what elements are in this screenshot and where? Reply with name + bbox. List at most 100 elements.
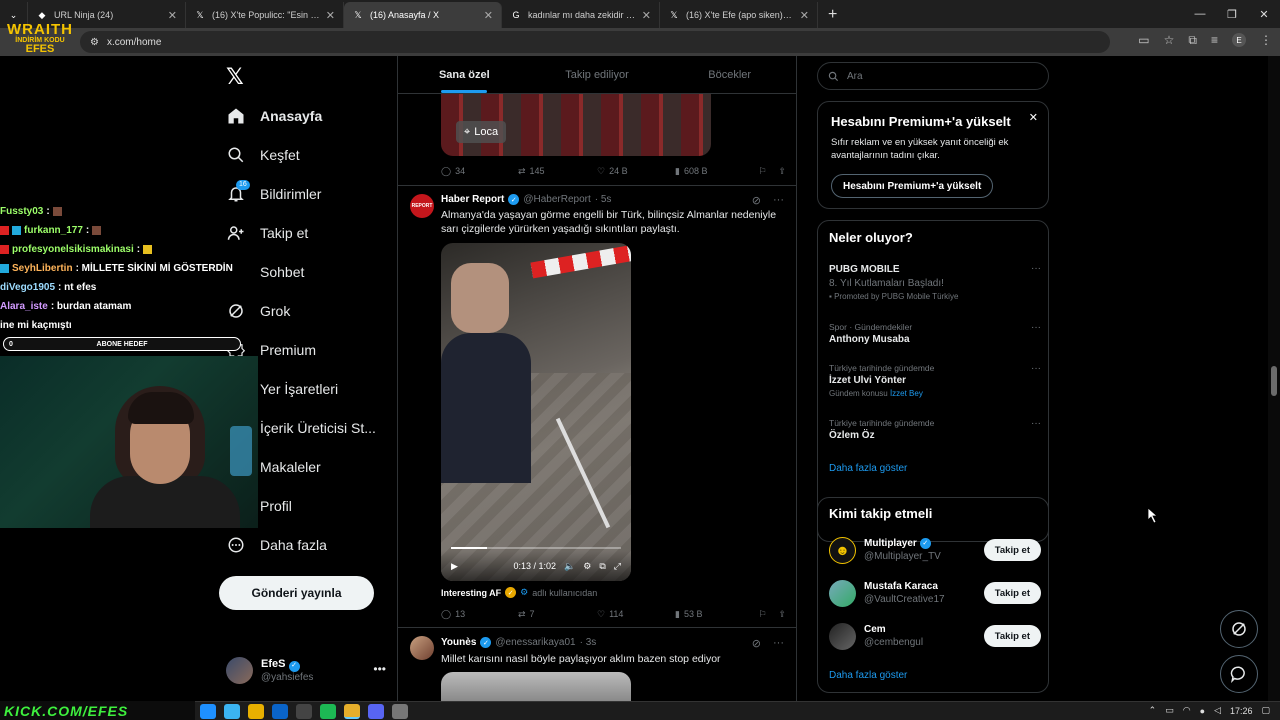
mic-icon[interactable]: ● [1200,706,1205,716]
grok-icon[interactable]: ⊘ [752,637,761,650]
network-icon[interactable]: ▭ [1165,705,1174,716]
video-progress-bar[interactable] [451,547,621,549]
messages-floating-button[interactable] [1220,655,1258,693]
tab-for-you[interactable]: Sana özel [398,56,531,93]
grok-icon[interactable]: ⊘ [752,194,761,207]
bookmark-icon[interactable]: ⚐ [758,166,766,177]
cast-icon[interactable]: ▭ [1138,33,1149,48]
follow-suggestion[interactable]: Mustafa Karaca @VaultCreative17 Takip et [829,578,1041,608]
close-tab-icon[interactable]: ✕ [642,9,651,22]
follow-suggestion[interactable]: Cem @cembengul Takip et [829,621,1041,651]
avatar[interactable]: REPORT [410,194,434,218]
source-name[interactable]: Interesting AF [441,588,501,598]
outlook-icon[interactable] [272,704,288,719]
volume-icon[interactable]: ◁ [1214,705,1221,716]
new-tab-button[interactable]: + [818,2,847,28]
bookmark-icon[interactable]: ⚐ [758,609,766,620]
share-icon[interactable]: ⇪ [778,166,786,177]
avatar[interactable] [410,636,434,660]
close-icon[interactable]: ✕ [1029,111,1038,124]
tab-following[interactable]: Takip ediliyor [531,56,664,93]
nav-item-home[interactable]: Anasayfa [226,101,322,131]
extensions-icon[interactable]: ⧉ [1188,33,1197,48]
like-button[interactable]: ♡ 24 B [597,166,675,177]
more-dots-icon[interactable]: ··· [1031,322,1041,333]
location-tag[interactable]: ⌖ Loca [456,121,507,143]
star-icon[interactable]: ☆ [1164,33,1175,48]
post-button[interactable]: Gönderi yayınla [219,576,374,610]
settings-icon[interactable]: ⚙ [583,561,591,572]
share-icon[interactable]: ⇪ [778,609,786,620]
edge-icon[interactable] [224,704,240,719]
obs-icon[interactable] [392,704,408,719]
tweet-time[interactable]: · 3s [580,637,597,648]
spotify-icon[interactable] [320,704,336,719]
who-show-more-link[interactable]: Daha fazla göster [829,670,907,681]
profile-avatar-icon[interactable]: E [1232,33,1246,47]
fullscreen-icon[interactable]: ⤢ [614,561,621,572]
trend-item[interactable]: Türkiye tarihinde gündemde Özlem Öz ··· [829,418,1041,443]
follow-suggestion[interactable]: ☻ Multiplayer ✓ @Multiplayer_TV Takip et [829,535,1041,565]
close-tab-icon[interactable]: ✕ [168,9,177,22]
browser-tab-2[interactable]: 𝕏 (16) X'te Populicc: "Esin Çepni'n ✕ [186,2,344,28]
menu-icon[interactable]: ⋮ [1260,33,1272,48]
like-button[interactable]: ♡ 114 [597,609,675,620]
trend-meta-link[interactable]: İzzet Bey [890,389,923,398]
tweet[interactable]: REPORT Haber Report ✓ @HaberReport · 5s … [398,186,796,628]
site-info-icon[interactable]: ⚙ [90,37,99,48]
x-logo-icon[interactable]: 𝕏 [226,64,250,89]
more-dots-icon[interactable]: ··· [1031,418,1041,429]
restore-icon[interactable]: ❐ [1216,0,1248,28]
tab-bocekler[interactable]: Böcekler [663,56,796,93]
follow-button[interactable]: Takip et [983,539,1041,561]
author-name[interactable]: Haber Report [441,194,504,205]
author-name[interactable]: Younès [441,637,476,648]
trends-show-more-link[interactable]: Daha fazla göster [829,463,907,474]
reply-button[interactable]: ◯ 13 [441,609,518,620]
more-dots-icon[interactable]: ··· [773,637,784,650]
close-tab-icon[interactable]: ✕ [484,9,493,22]
browser-tab-4[interactable]: G kadınlar mı daha zekidir erkekle ✕ [502,2,660,28]
chevron-down-icon[interactable]: ⌄ [8,9,19,21]
more-dots-icon[interactable]: ··· [1031,363,1041,374]
trend-item[interactable]: Türkiye tarihinde gündemde İzzet Ulvi Yö… [829,363,1041,400]
close-window-icon[interactable]: ✕ [1248,0,1280,28]
nav-item-explore[interactable]: Keşfet [226,140,300,170]
more-dots-icon[interactable]: ··· [773,194,784,207]
page-scrollbar[interactable] [1268,56,1280,701]
app-icon[interactable] [296,704,312,719]
minimize-icon[interactable]: — [1184,0,1216,28]
repost-button[interactable]: ⇄ 7 [518,609,597,620]
url-field[interactable]: ⚙ x.com/home [80,31,1110,53]
notifications-icon[interactable]: ▢ [1261,705,1270,716]
tweet-video[interactable]: ▶ 0:13 / 1:02 🔈 ⚙ ⧉ ⤢ [441,243,631,581]
clock[interactable]: 17:26 [1230,706,1253,716]
nav-item-more[interactable]: Daha fazla [226,530,327,560]
close-tab-icon[interactable]: ✕ [326,9,335,22]
grok-floating-button[interactable] [1220,610,1258,648]
start-icon[interactable] [200,704,216,719]
browser-tab-3[interactable]: 𝕏 (16) Anasayfa / X ✕ [344,2,502,28]
account-switcher[interactable]: EfeS ✓ @yahsiefes ••• [226,654,386,686]
discord-icon[interactable] [368,704,384,719]
close-tab-icon[interactable]: ✕ [800,9,809,22]
views-button[interactable]: ▮ 608 B [675,166,758,177]
tweet-time[interactable]: · 5s [595,194,612,205]
browser-tab-5[interactable]: 𝕏 (16) X'te Efe (apo siken) 🇹🇷: "Biz ✕ [660,2,818,28]
scrollbar-thumb[interactable] [1271,366,1277,396]
tweet[interactable]: Younès ✓ @enessarikaya01 · 3s ⊘ ··· Mill… [398,628,796,701]
more-dots-icon[interactable]: ··· [1031,263,1041,274]
tweet-media-image[interactable] [441,672,631,701]
author-handle[interactable]: @HaberReport [523,194,590,205]
tray-chevron-icon[interactable]: ⌃ [1149,705,1157,716]
views-button[interactable]: ▮ 53 B [675,609,758,620]
premium-upgrade-button[interactable]: Hesabını Premium+'a yükselt [831,174,994,198]
trend-item[interactable]: PUBG MOBILE 8. Yıl Kutlamaları Başladı! … [829,263,1041,303]
reply-button[interactable]: ◯ 34 [441,166,518,177]
more-dots-icon[interactable]: ••• [373,662,386,676]
search-input[interactable]: Ara [817,62,1049,90]
chrome-icon[interactable] [344,704,360,719]
wifi-icon[interactable]: ◠ [1183,705,1191,716]
volume-icon[interactable]: 🔈 [564,561,575,572]
follow-button[interactable]: Takip et [983,582,1041,604]
